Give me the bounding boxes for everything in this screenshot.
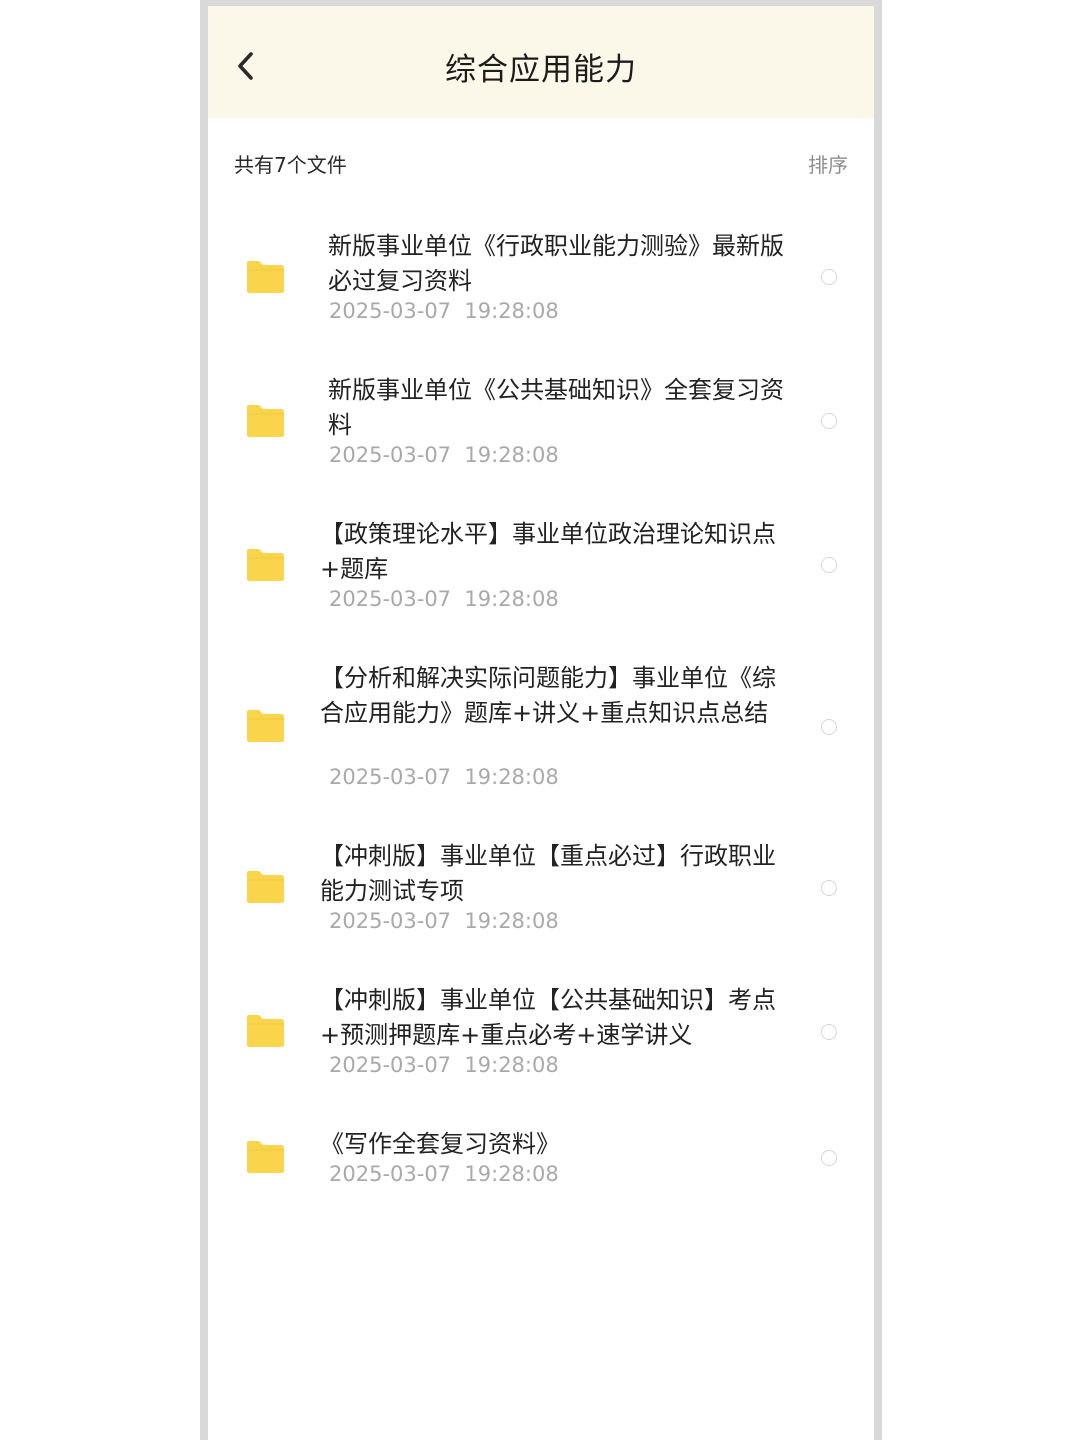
file-date: 2025-03-07 19:28:08 <box>329 1162 559 1186</box>
folder-icon <box>247 1141 284 1173</box>
file-title: 《写作全套复习资料》 <box>320 1130 560 1158</box>
app-screen: 综合应用能力 共有7个文件 排序 新版事业单位《行政职业能力测验》最新版必过复习… <box>208 6 874 1440</box>
list-item[interactable]: 《写作全套复习资料》 2025-03-07 19:28:08 <box>208 6 874 1216</box>
select-radio[interactable] <box>821 1150 837 1166</box>
